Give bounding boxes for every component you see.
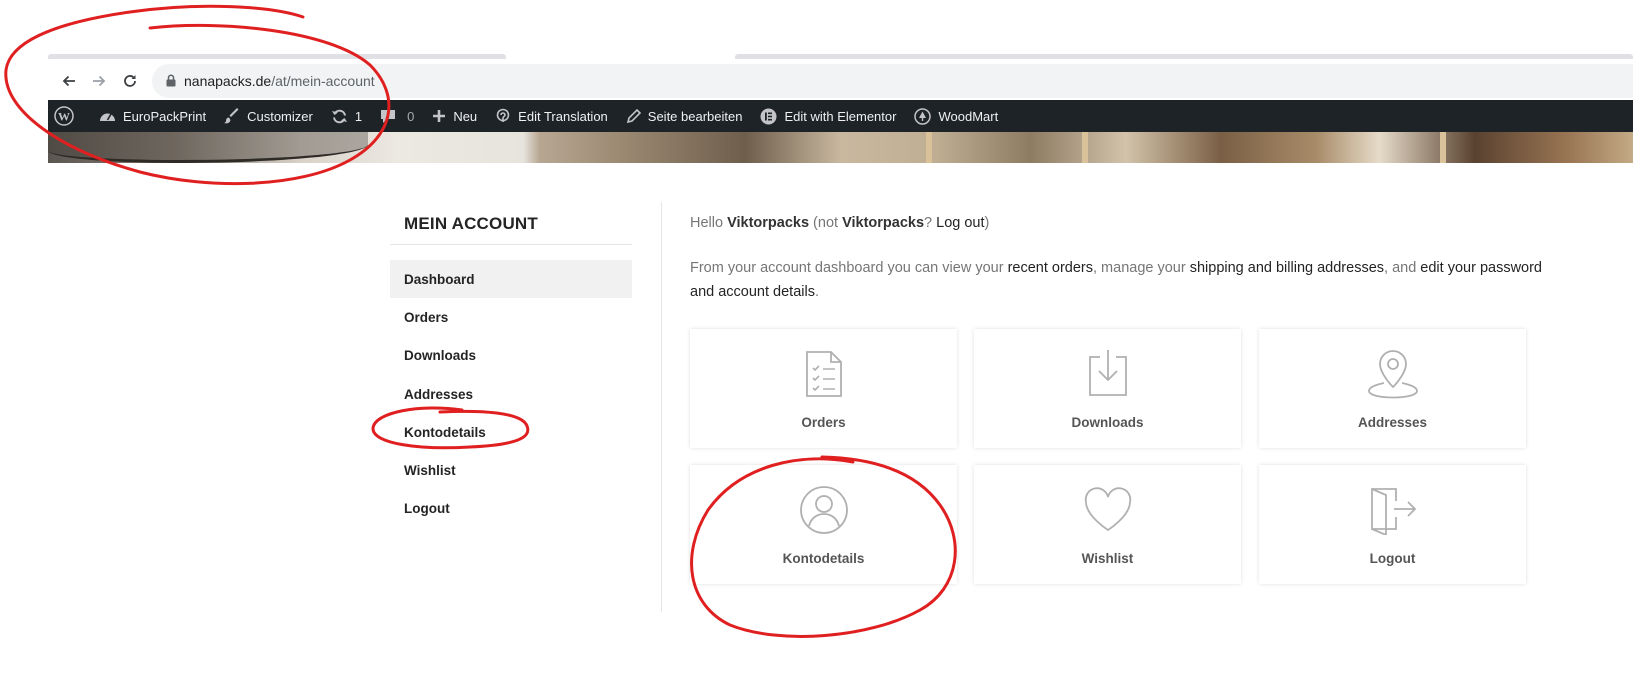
url-path: /at/mein-account — [271, 73, 375, 89]
adminbar-edit-page[interactable]: Seite bearbeiten — [617, 100, 752, 132]
location-pin-icon — [1367, 348, 1419, 400]
hero-decoration — [1082, 132, 1088, 163]
sidebar-item-dashboard[interactable]: Dashboard — [390, 260, 632, 299]
card-downloads-label: Downloads — [1071, 415, 1144, 430]
card-addresses[interactable]: Addresses — [1259, 329, 1526, 448]
hero-decoration — [48, 132, 368, 163]
back-arrow-icon — [62, 75, 75, 87]
greeting-not: (not — [809, 215, 843, 231]
card-downloads[interactable]: Downloads — [974, 329, 1241, 448]
adminbar-edit-translation-label: Edit Translation — [518, 108, 608, 124]
sidebar-divider — [390, 244, 632, 245]
user-icon — [799, 484, 849, 536]
orders-icon — [804, 348, 844, 400]
adminbar-woodmart[interactable]: WoodMart — [905, 100, 1007, 132]
greeting-prefix: Hello — [690, 215, 728, 231]
greeting-end: ) — [984, 215, 990, 231]
browser-toolbar: nanapacks.de/at/mein-account — [48, 62, 1633, 100]
hero-decoration — [926, 132, 932, 163]
reload-button[interactable] — [118, 69, 142, 93]
recent-orders-link[interactable]: recent orders — [1008, 260, 1093, 276]
url-text: nanapacks.de/at/mein-account — [184, 73, 375, 89]
logout-icon — [1368, 484, 1418, 536]
adminbar-edit-translation[interactable]: Edit Translation — [486, 100, 617, 132]
account-navigation: Dashboard Orders Downloads Addresses Kon… — [390, 260, 632, 528]
updates-icon — [331, 109, 348, 124]
comments-icon — [380, 109, 396, 124]
card-addresses-label: Addresses — [1357, 415, 1428, 430]
sidebar-item-addresses[interactable]: Addresses — [390, 375, 632, 413]
sidebar-item-kontodetails[interactable]: Kontodetails — [390, 413, 632, 451]
card-logout-label: Logout — [1369, 551, 1416, 566]
adminbar-edit-page-label: Seite bearbeiten — [647, 108, 743, 124]
url-host: nanapacks.de — [184, 73, 272, 89]
dashboard-icon — [99, 109, 116, 123]
adminbar-new[interactable]: Neu — [423, 100, 486, 132]
card-wishlist[interactable]: Wishlist — [974, 465, 1241, 584]
sidebar-item-downloads[interactable]: Downloads — [390, 337, 632, 375]
card-orders[interactable]: Orders — [690, 329, 957, 448]
sidebar-item-orders[interactable]: Orders — [390, 298, 632, 336]
heart-icon — [1083, 484, 1133, 536]
greeting-question: ? — [924, 215, 937, 231]
svg-text:W: W — [58, 110, 70, 124]
translate-icon — [495, 108, 511, 124]
address-bar[interactable]: nanapacks.de/at/mein-account — [152, 64, 1633, 98]
tree-icon — [914, 107, 932, 125]
hero-image — [48, 132, 1633, 163]
adminbar-wordpress-menu[interactable]: W — [48, 100, 90, 132]
forward-arrow-icon — [93, 75, 106, 87]
wordpress-icon: W — [54, 106, 74, 126]
greeting-text: Hello Viktorpacks (not Viktorpacks? Log … — [690, 215, 989, 231]
dashboard-intro: From your account dashboard you can view… — [690, 256, 1550, 304]
adminbar-elementor[interactable]: Edit with Elementor — [751, 100, 905, 132]
wp-admin-bar: W EuroPackPrint Customizer 1 0 Neu Edit … — [48, 100, 1633, 132]
content-divider — [661, 202, 662, 612]
account-sidebar-title: MEIN ACCOUNT — [404, 214, 538, 233]
adminbar-customizer[interactable]: Customizer — [215, 100, 322, 132]
brush-icon — [224, 108, 240, 124]
browser-tab[interactable] — [735, 54, 1633, 59]
back-button[interactable] — [57, 69, 81, 93]
card-wishlist-label: Wishlist — [1081, 551, 1134, 566]
forward-button[interactable] — [87, 69, 111, 93]
card-kontodetails[interactable]: Kontodetails — [690, 465, 957, 584]
intro-text: . — [814, 284, 819, 300]
adminbar-site-name[interactable]: EuroPackPrint — [90, 100, 215, 132]
addresses-link[interactable]: shipping and billing addresses — [1190, 260, 1384, 276]
intro-text: , and — [1384, 260, 1421, 276]
adminbar-customizer-label: Customizer — [247, 108, 313, 124]
adminbar-updates-count: 1 — [354, 108, 363, 124]
username: Viktorpacks — [727, 215, 810, 231]
card-logout[interactable]: Logout — [1259, 465, 1526, 584]
lock-icon — [166, 74, 176, 92]
elementor-icon — [760, 108, 777, 125]
username-repeat: Viktorpacks — [842, 215, 925, 231]
sidebar-item-wishlist[interactable]: Wishlist — [390, 451, 632, 489]
adminbar-woodmart-label: WoodMart — [938, 108, 999, 124]
adminbar-comments[interactable]: 0 — [371, 100, 423, 132]
adminbar-new-label: Neu — [453, 108, 478, 124]
adminbar-comments-count: 0 — [407, 108, 415, 124]
pencil-icon — [626, 108, 641, 124]
hero-decoration — [1440, 132, 1446, 163]
intro-text: , manage your — [1093, 260, 1190, 276]
downloads-icon — [1087, 348, 1129, 400]
reload-icon — [124, 75, 136, 87]
card-orders-label: Orders — [801, 415, 846, 430]
adminbar-site-label: EuroPackPrint — [123, 108, 207, 124]
plus-icon — [432, 109, 446, 123]
adminbar-updates[interactable]: 1 — [322, 100, 371, 132]
card-kontodetails-label: Kontodetails — [782, 551, 865, 566]
logout-link[interactable]: Log out — [936, 215, 984, 231]
adminbar-elementor-label: Edit with Elementor — [784, 108, 897, 124]
browser-tab[interactable] — [48, 54, 506, 59]
intro-text: From your account dashboard you can view… — [690, 260, 1008, 276]
sidebar-item-logout[interactable]: Logout — [390, 490, 632, 528]
